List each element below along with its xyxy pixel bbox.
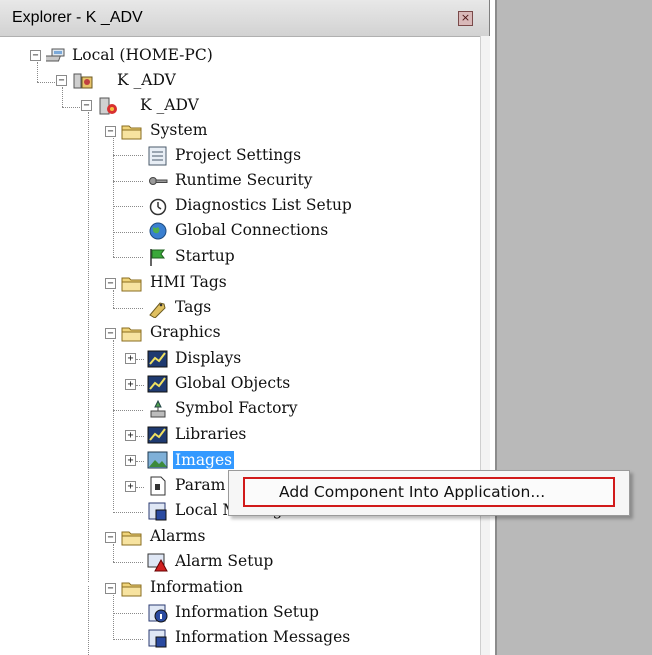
tree-connector (136, 436, 144, 437)
tree-connector (113, 639, 143, 640)
display-icon (147, 426, 168, 444)
expander-global-objects[interactable]: + (125, 379, 136, 390)
tree-connector (113, 206, 143, 207)
information-icon (148, 604, 168, 623)
tree-connector (113, 544, 114, 562)
tree-item-alarms[interactable]: Alarms (150, 527, 205, 545)
tree-item-runtime-security[interactable]: Runtime Security (175, 171, 312, 189)
display-icon (147, 350, 168, 368)
tree-connector (136, 461, 144, 462)
expander-server[interactable]: − (81, 100, 92, 111)
tree-connector (113, 257, 143, 258)
tree-connector (37, 62, 38, 82)
tree-item-hmi-tags[interactable]: HMI Tags (150, 273, 227, 291)
tree-item-images[interactable]: Images (173, 451, 235, 469)
startup-flag-icon (150, 249, 165, 266)
tree-connector (88, 586, 89, 655)
tree-item-project-settings[interactable]: Project Settings (175, 146, 301, 164)
tree-connector (113, 340, 114, 510)
expander-local[interactable]: − (30, 50, 41, 61)
tree-connector (113, 308, 143, 309)
expander-images[interactable]: + (125, 455, 136, 466)
tree-item-libraries[interactable]: Libraries (175, 425, 246, 443)
image-icon (147, 451, 168, 469)
tree-item-symbol-factory[interactable]: Symbol Factory (175, 399, 298, 417)
display-icon (147, 375, 168, 393)
tree-connector (113, 512, 143, 513)
tree-item-information-setup[interactable]: Information Setup (175, 603, 319, 621)
folder-icon (121, 277, 142, 292)
globe-icon (149, 222, 167, 240)
tree-item-global-objects[interactable]: Global Objects (175, 374, 290, 392)
expander-system[interactable]: − (105, 126, 116, 137)
explorer-panel: Explorer - K _ADV × − Local (HOME-PC) − (0, 0, 490, 655)
expander-displays[interactable]: + (125, 353, 136, 364)
tree-item-global-connections[interactable]: Global Connections (175, 221, 328, 239)
tree-item-displays[interactable]: Displays (175, 349, 241, 367)
expander-libraries[interactable]: + (125, 430, 136, 441)
tree-item-diagnostics-list-setup[interactable]: Diagnostics List Setup (175, 196, 352, 214)
tag-icon (149, 302, 166, 318)
folder-icon (121, 531, 142, 546)
expander-app[interactable]: − (56, 75, 67, 86)
tree-connector (136, 385, 144, 386)
application-icon (73, 73, 93, 89)
tree-connector (113, 613, 143, 614)
tree-item-tags[interactable]: Tags (175, 298, 211, 316)
tree-item-startup[interactable]: Startup (175, 247, 235, 265)
alarm-icon (147, 553, 168, 572)
tree-connector (136, 359, 144, 360)
expander-alarms[interactable]: − (105, 532, 116, 543)
expander-information[interactable]: − (105, 583, 116, 594)
key-icon (149, 177, 168, 185)
folder-icon (121, 125, 142, 140)
stopwatch-icon (149, 198, 167, 216)
menu-item-add-component[interactable]: Add Component Into Application... (243, 477, 615, 507)
tree-item-param[interactable]: Param (175, 476, 225, 494)
tree-connector (136, 487, 144, 488)
tree-connector (113, 155, 143, 156)
tree-item-app[interactable]: K _ADV (117, 71, 176, 89)
folder-icon (121, 582, 142, 597)
explorer-tree: − Local (HOME-PC) − K _ADV − K _ADV − Sy… (0, 0, 480, 655)
tree-item-local[interactable]: Local (HOME-PC) (72, 46, 213, 64)
expander-hmi-tags[interactable]: − (105, 278, 116, 289)
tree-connector (37, 82, 57, 83)
messages-icon (148, 502, 167, 521)
tree-connector (113, 410, 143, 411)
folder-icon (121, 327, 142, 342)
computer-icon (46, 48, 65, 62)
hmi-server-icon (99, 97, 117, 115)
tree-item-graphics[interactable]: Graphics (150, 323, 221, 341)
symbol-factory-icon (150, 399, 166, 418)
tree-item-system[interactable]: System (150, 121, 207, 139)
tree-connector (113, 181, 143, 182)
expander-graphics[interactable]: − (105, 328, 116, 339)
tree-connector (62, 107, 82, 108)
expander-param[interactable]: + (125, 481, 136, 492)
tree-item-information-messages[interactable]: Information Messages (175, 628, 350, 646)
tree-connector (88, 112, 89, 582)
workspace-area (495, 0, 652, 655)
tree-connector (113, 232, 143, 233)
tree-connector (113, 562, 143, 563)
context-menu: Add Component Into Application... (228, 470, 630, 516)
tree-connector (113, 595, 114, 640)
tree-item-information[interactable]: Information (150, 578, 243, 596)
scrollbar[interactable] (480, 36, 490, 655)
tree-connector (62, 87, 63, 107)
menu-item-label: Add Component Into Application... (279, 483, 546, 501)
project-settings-icon (148, 146, 167, 166)
tree-item-alarm-setup[interactable]: Alarm Setup (175, 552, 273, 570)
document-icon (150, 476, 166, 496)
tree-connector (113, 290, 114, 308)
tree-item-server[interactable]: K _ADV (140, 96, 199, 114)
messages-icon (148, 629, 167, 648)
